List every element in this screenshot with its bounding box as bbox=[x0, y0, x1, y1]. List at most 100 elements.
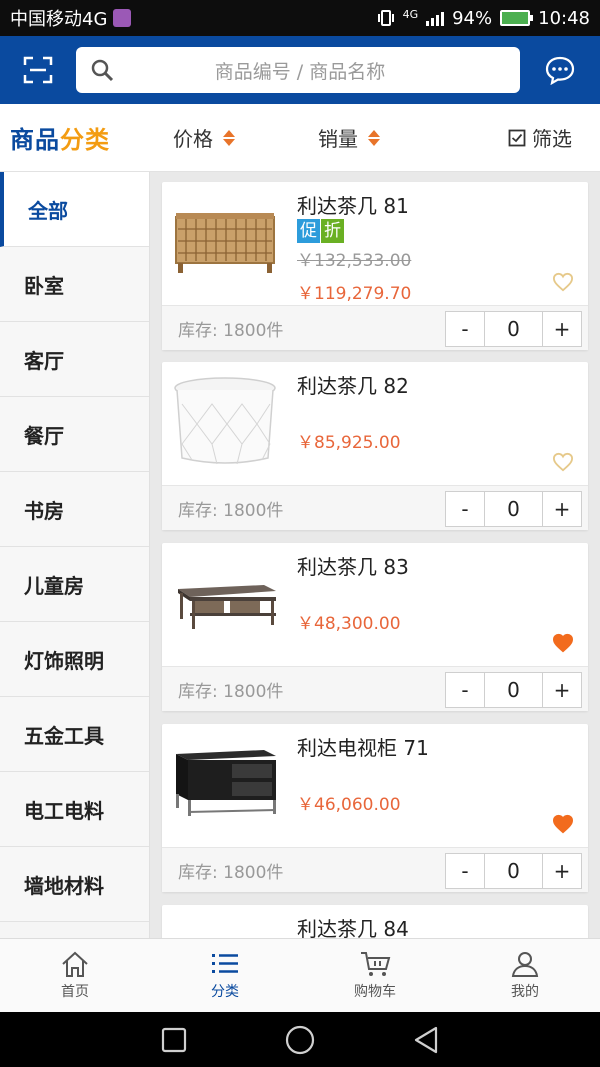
product-card[interactable]: 利达电视柜 71 ￥46,060.00 库存: 1800件 - 0 + bbox=[162, 724, 588, 892]
quantity-field[interactable]: 0 bbox=[484, 673, 543, 707]
signal-icon bbox=[426, 10, 445, 26]
recent-apps-icon[interactable] bbox=[160, 1026, 188, 1054]
search-input[interactable]: 商品编号 / 商品名称 bbox=[76, 47, 520, 93]
home-icon bbox=[62, 951, 88, 977]
bottom-navigation: 首页 分类 购物车 我的 bbox=[0, 938, 600, 1012]
original-price: ￥132,533.00 bbox=[297, 251, 412, 271]
sidebar-item-label: 灯饰照明 bbox=[24, 648, 104, 673]
system-navigation-bar bbox=[0, 1012, 600, 1067]
sidebar-item-label: 全部 bbox=[28, 198, 68, 223]
decrease-button[interactable]: - bbox=[446, 492, 484, 526]
sidebar-item-label: 墙地材料 bbox=[24, 873, 104, 898]
sort-sales-label: 销量 bbox=[318, 127, 358, 151]
sidebar-item-bedroom[interactable]: 卧室 bbox=[0, 247, 149, 322]
sidebar-item-lighting[interactable]: 灯饰照明 bbox=[0, 622, 149, 697]
discount-badge: 折 bbox=[321, 219, 344, 243]
product-price: ￥85,925.00 bbox=[297, 433, 401, 453]
list-icon bbox=[212, 954, 238, 973]
sidebar-item-label: 儿童房 bbox=[24, 573, 84, 598]
category-title-part2: 分类 bbox=[60, 126, 110, 154]
quantity-stepper: - 0 + bbox=[445, 672, 582, 708]
product-name: 利达茶几 83 bbox=[297, 555, 409, 579]
favorite-heart-icon[interactable] bbox=[552, 814, 574, 834]
quantity-field[interactable]: 0 bbox=[484, 854, 543, 888]
user-icon bbox=[511, 952, 539, 977]
product-name: 利达茶几 81 bbox=[297, 194, 409, 218]
sort-price-label: 价格 bbox=[173, 127, 213, 151]
increase-button[interactable]: + bbox=[543, 492, 581, 526]
category-title-part1: 商品 bbox=[10, 126, 60, 154]
search-icon bbox=[91, 59, 114, 82]
chat-bubble-icon bbox=[545, 56, 575, 85]
stock-label: 库存: 1800件 bbox=[178, 862, 284, 883]
promo-badge: 促 bbox=[297, 219, 320, 243]
product-price: ￥46,060.00 bbox=[297, 795, 401, 815]
favorite-heart-icon[interactable] bbox=[552, 452, 574, 472]
sort-by-sales[interactable]: 销量 bbox=[318, 123, 380, 152]
sidebar-item-study[interactable]: 书房 bbox=[0, 472, 149, 547]
clock: 10:48 bbox=[538, 7, 590, 29]
sidebar-item-hardware-tools[interactable]: 五金工具 bbox=[0, 697, 149, 772]
decrease-button[interactable]: - bbox=[446, 854, 484, 888]
increase-button[interactable]: + bbox=[543, 312, 581, 346]
scan-button[interactable] bbox=[0, 36, 76, 104]
filter-button[interactable]: 筛选 bbox=[508, 123, 572, 152]
favorite-heart-icon[interactable] bbox=[552, 272, 574, 292]
back-triangle-icon[interactable] bbox=[412, 1025, 440, 1055]
product-name: 利达电视柜 71 bbox=[297, 736, 429, 760]
app-header: 商品编号 / 商品名称 bbox=[0, 36, 600, 104]
shopping-cart-icon bbox=[361, 952, 391, 976]
vibrate-icon bbox=[377, 10, 394, 26]
nav-home[interactable]: 首页 bbox=[0, 939, 150, 1012]
nav-label: 分类 bbox=[211, 984, 239, 1000]
home-circle-icon[interactable] bbox=[284, 1024, 316, 1056]
increase-button[interactable]: + bbox=[543, 854, 581, 888]
network-type-label: 4G bbox=[402, 7, 419, 21]
checkbox-icon bbox=[508, 129, 526, 146]
product-price: ￥119,279.70 bbox=[297, 284, 412, 304]
quantity-field[interactable]: 0 bbox=[484, 312, 543, 346]
nav-label: 购物车 bbox=[354, 984, 396, 1000]
sidebar-item-label: 客厅 bbox=[24, 348, 64, 373]
product-price: ￥48,300.00 bbox=[297, 614, 401, 634]
sidebar-item-dining-room[interactable]: 餐厅 bbox=[0, 397, 149, 472]
promo-tags: 促 折 bbox=[297, 219, 344, 243]
nav-cart[interactable]: 购物车 bbox=[300, 939, 450, 1012]
nav-profile[interactable]: 我的 bbox=[450, 939, 600, 1012]
sidebar-item-living-room[interactable]: 客厅 bbox=[0, 322, 149, 397]
product-card[interactable]: 利达茶几 81 促 折 ￥132,533.00 ￥119,279.70 库存: … bbox=[162, 182, 588, 350]
product-name: 利达茶几 82 bbox=[297, 374, 409, 398]
sidebar-item-kids-room[interactable]: 儿童房 bbox=[0, 547, 149, 622]
decrease-button[interactable]: - bbox=[446, 312, 484, 346]
product-image bbox=[170, 915, 280, 938]
product-card[interactable]: 利达茶几 82 ￥85,925.00 库存: 1800件 - 0 + bbox=[162, 362, 588, 530]
carrier-label: 中国移动4G bbox=[10, 9, 108, 30]
sidebar-item-label: 餐厅 bbox=[24, 423, 64, 448]
sidebar-item-label: 电工电料 bbox=[24, 798, 104, 823]
increase-button[interactable]: + bbox=[543, 673, 581, 707]
product-name: 利达茶几 84 bbox=[297, 917, 409, 938]
quantity-field[interactable]: 0 bbox=[484, 492, 543, 526]
category-sidebar: 全部 卧室 客厅 餐厅 书房 儿童房 灯饰照明 五金工具 电工电料 墙地材料 bbox=[0, 172, 150, 938]
sort-arrows-icon bbox=[223, 129, 235, 146]
message-button[interactable] bbox=[520, 36, 600, 104]
battery-icon bbox=[500, 10, 534, 26]
sort-by-price[interactable]: 价格 bbox=[173, 123, 235, 152]
sidebar-item-electrical[interactable]: 电工电料 bbox=[0, 772, 149, 847]
filter-label: 筛选 bbox=[532, 127, 572, 151]
decrease-button[interactable]: - bbox=[446, 673, 484, 707]
sidebar-item-label: 卧室 bbox=[24, 273, 64, 298]
favorite-heart-icon[interactable] bbox=[552, 633, 574, 653]
sidebar-item-label: 五金工具 bbox=[24, 723, 104, 748]
sidebar-item-label: 书房 bbox=[24, 498, 64, 523]
product-card[interactable]: 利达茶几 84 bbox=[162, 905, 588, 938]
product-card[interactable]: 利达茶几 83 ￥48,300.00 库存: 1800件 - 0 + bbox=[162, 543, 588, 711]
quantity-stepper: - 0 + bbox=[445, 311, 582, 347]
sidebar-item-all[interactable]: 全部 bbox=[0, 172, 149, 247]
sidebar-item-wall-floor[interactable]: 墙地材料 bbox=[0, 847, 149, 922]
nav-category[interactable]: 分类 bbox=[150, 939, 300, 1012]
product-image bbox=[170, 734, 280, 834]
filter-bar: 商品分类 价格 销量 筛选 bbox=[0, 104, 600, 172]
stock-label: 库存: 1800件 bbox=[178, 681, 284, 702]
status-bar: 中国移动4G 4G 94% 10:48 bbox=[0, 0, 600, 36]
